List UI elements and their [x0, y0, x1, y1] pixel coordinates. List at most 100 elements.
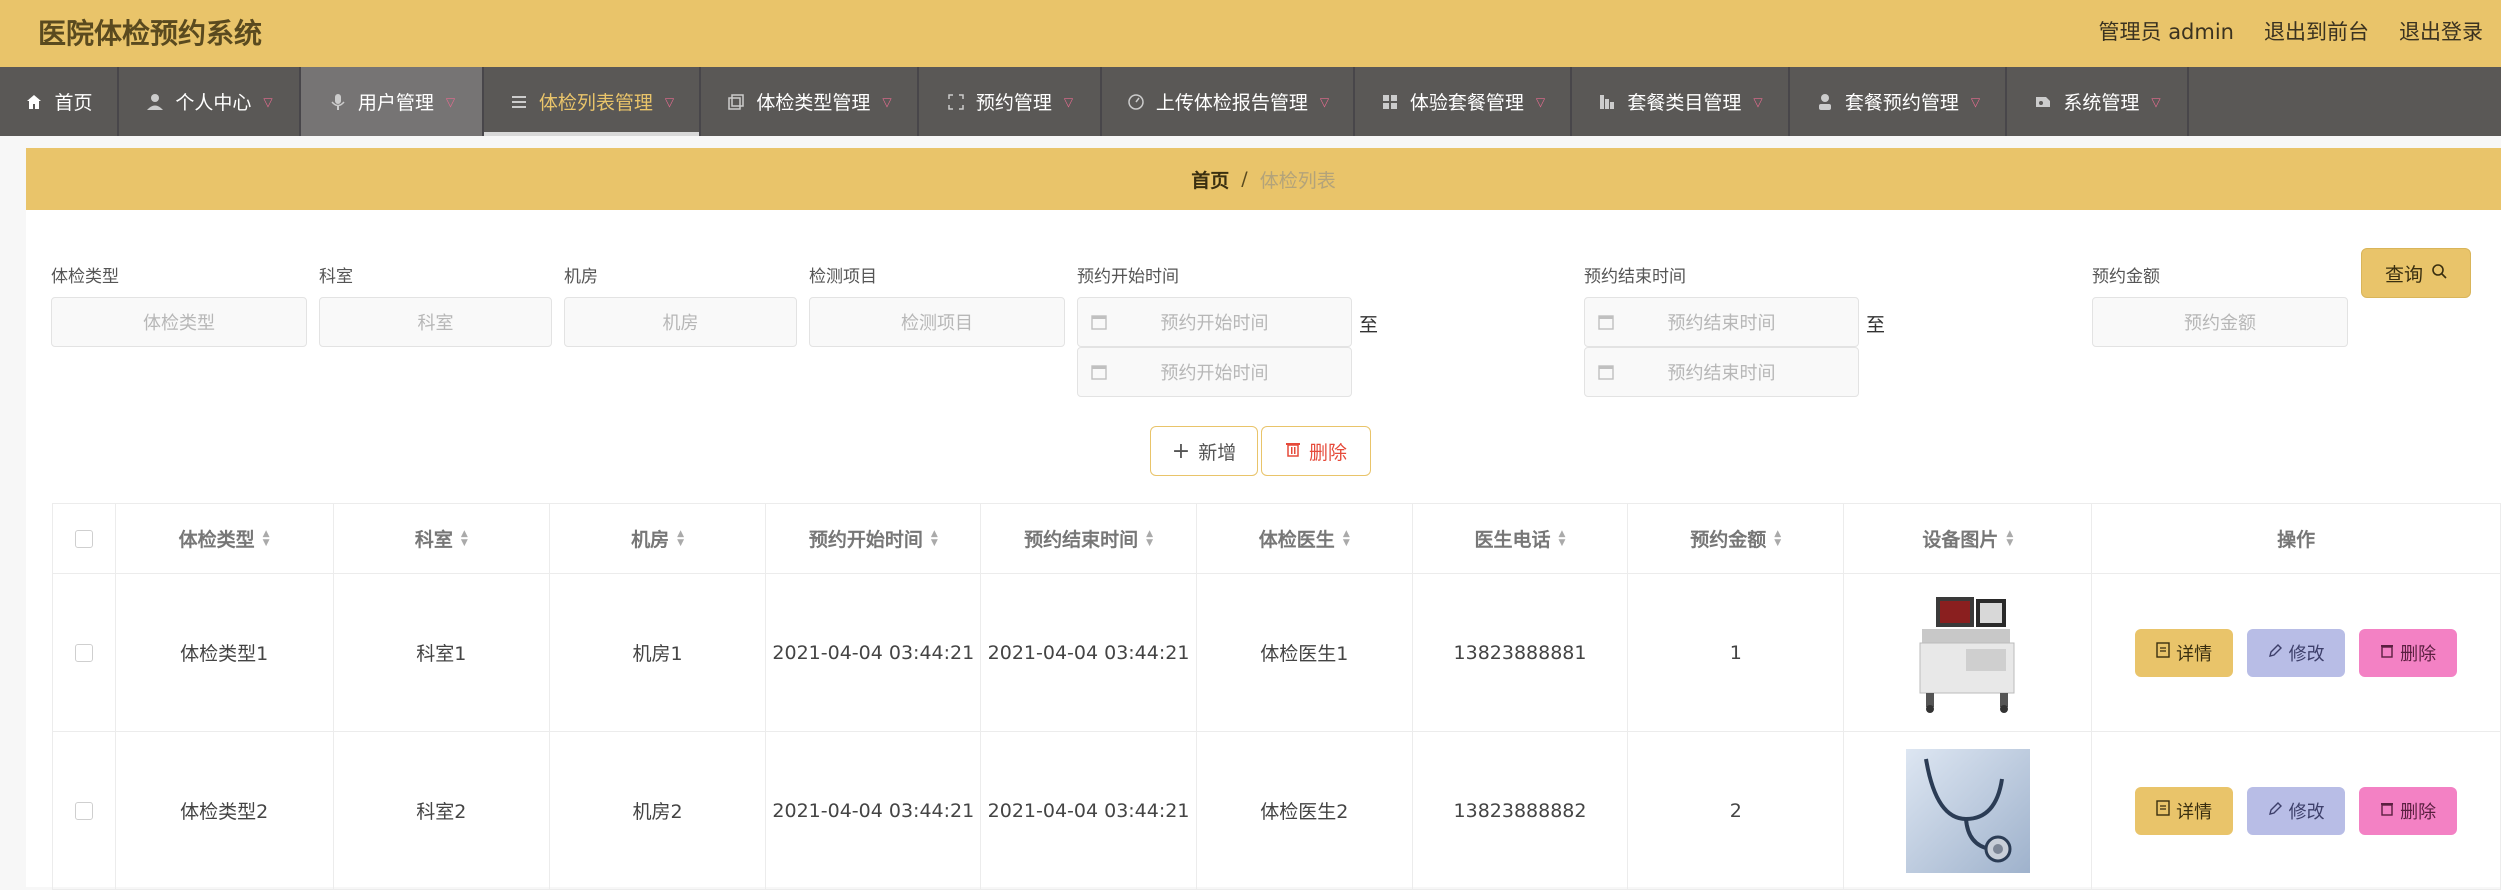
nav-item-upload-report[interactable]: 上传体检报告管理 ▽: [1102, 67, 1355, 136]
top-links: 管理员 admin 退出到前台 退出登录: [2099, 16, 2483, 46]
detail-button[interactable]: 详情: [2135, 628, 2234, 677]
chevron-down-icon: ▽: [1535, 94, 1546, 109]
detail-button[interactable]: 详情: [2135, 786, 2234, 835]
trash-icon: [2380, 800, 2394, 821]
filter-dept-input[interactable]: 科室: [319, 297, 552, 347]
filter-type-input[interactable]: 体检类型: [51, 297, 307, 347]
row-checkbox[interactable]: [74, 801, 93, 820]
column-header[interactable]: 科室 ▲ ▼: [334, 504, 550, 573]
filter-label-amount: 预约金额: [2092, 267, 2160, 287]
nav-label: 个人中心: [175, 92, 252, 114]
start-date-from-placeholder: 预约开始时间: [1160, 313, 1269, 334]
cell-device-image: [1844, 732, 2093, 889]
nav-item-package[interactable]: 体验套餐管理 ▽: [1355, 67, 1572, 136]
main-nav: 首页 个人中心 ▽ 用户管理 ▽ 体检列表管理 ▽ 体检类型管理 ▽ 预约管理 …: [0, 67, 2501, 136]
cell-phone: 13823888882: [1413, 732, 1629, 889]
start-date-from-input[interactable]: 预约开始时间: [1077, 297, 1352, 347]
filter-amount-input[interactable]: 预约金额: [2092, 297, 2348, 347]
person-icon: [1815, 92, 1835, 112]
plus-icon: +: [1171, 438, 1191, 464]
end-date-from-placeholder: 预约结束时间: [1667, 313, 1776, 334]
nav-item-package-category[interactable]: 套餐类目管理 ▽: [1572, 67, 1790, 136]
chevron-down-icon: ▽: [882, 94, 892, 109]
column-header[interactable]: 设备图片 ▲ ▼: [1844, 504, 2093, 573]
sort-icon: ▲ ▼: [1342, 528, 1350, 548]
cell-start: 2021-04-04 03:44:21: [766, 732, 982, 889]
doc-icon: [2156, 642, 2170, 663]
scan-icon: [946, 92, 966, 112]
calendar-icon: [1090, 363, 1108, 386]
nav-item-personal-center[interactable]: 个人中心 ▽: [119, 67, 301, 136]
doc-icon: [2156, 800, 2170, 821]
edit-button[interactable]: 修改: [2247, 628, 2346, 677]
add-button[interactable]: + 新增: [1150, 426, 1258, 476]
copy-icon: [726, 92, 746, 112]
query-button[interactable]: 查询: [2361, 248, 2471, 298]
column-header[interactable]: 机房 ▲ ▼: [550, 504, 767, 573]
nav-label: 套餐类目管理: [1627, 92, 1742, 114]
chevron-down-icon: ▽: [263, 94, 273, 109]
chevron-down-icon: ▽: [664, 94, 675, 109]
filter-label-start: 预约开始时间: [1077, 267, 1179, 287]
cell-dept: 科室2: [334, 732, 550, 889]
row-checkbox[interactable]: [74, 643, 93, 662]
sort-icon: ▲ ▼: [930, 528, 938, 548]
trash-icon: [1285, 440, 1301, 462]
exam-table: 体检类型 ▲ ▼ 科室 ▲ ▼ 机房 ▲ ▼ 预约开始时间 ▲ ▼ 预约结束时间 ▲ ▼ 体检医生 ▲…: [52, 503, 2501, 890]
breadcrumb-separator: /: [1241, 168, 1248, 190]
exit-to-front-link[interactable]: 退出到前台: [2264, 16, 2369, 46]
breadcrumb-home[interactable]: 首页: [1191, 166, 1229, 193]
select-all-cell: [53, 504, 116, 573]
nav-item-user-management[interactable]: 用户管理 ▽: [301, 67, 484, 136]
range-separator: 至: [1359, 314, 1379, 336]
logout-link[interactable]: 退出登录: [2399, 16, 2483, 46]
sort-icon: ▲ ▼: [1558, 528, 1566, 548]
cell-doctor: 体检医生2: [1197, 732, 1413, 889]
settings-icon: [2033, 92, 2053, 112]
cell-dept: 科室1: [334, 574, 550, 731]
cell-doctor: 体检医生1: [1197, 574, 1413, 731]
column-header[interactable]: 医生电话 ▲ ▼: [1413, 504, 1629, 573]
batch-delete-button[interactable]: 删除: [1261, 426, 1371, 476]
start-date-to-input[interactable]: 预约开始时间: [1077, 347, 1352, 397]
nav-item-system[interactable]: 系统管理 ▽: [2007, 67, 2189, 136]
nav-item-exam-list[interactable]: 体检列表管理 ▽: [484, 67, 701, 136]
column-header[interactable]: 预约金额 ▲ ▼: [1628, 504, 1845, 573]
nav-item-home[interactable]: 首页: [0, 67, 119, 136]
nav-item-exam-type[interactable]: 体检类型管理 ▽: [701, 67, 919, 136]
cell-amount: 1: [1628, 574, 1845, 731]
top-header: 医院体检预约系统 管理员 admin 退出到前台 退出登录: [0, 0, 2501, 67]
chevron-down-icon: ▽: [1970, 94, 1981, 109]
column-header[interactable]: 体检医生 ▲ ▼: [1197, 504, 1413, 573]
calendar-icon: [1090, 313, 1108, 336]
sort-icon: ▲ ▼: [677, 528, 685, 548]
nav-item-package-appointment[interactable]: 套餐预约管理 ▽: [1790, 67, 2007, 136]
row-operations: 详情 修改 删除: [2092, 732, 2500, 889]
delete-button[interactable]: 删除: [2359, 628, 2458, 677]
filter-item-input[interactable]: 检测项目: [809, 297, 1065, 347]
column-header[interactable]: 预约结束时间 ▲ ▼: [981, 504, 1197, 573]
query-label: 查询: [2384, 263, 2423, 286]
cell-room: 机房2: [550, 732, 767, 889]
delete-button[interactable]: 删除: [2359, 786, 2458, 835]
cell-type: 体检类型2: [116, 732, 334, 889]
column-header[interactable]: 预约开始时间 ▲ ▼: [766, 504, 982, 573]
calendar-icon: [1597, 313, 1615, 336]
select-all-checkbox[interactable]: [74, 529, 93, 548]
device-image-stethoscope[interactable]: [1905, 748, 2030, 873]
filter-label-type: 体检类型: [51, 267, 119, 287]
sort-icon: ▲ ▼: [1774, 528, 1782, 548]
end-date-from-input[interactable]: 预约结束时间: [1584, 297, 1859, 347]
filter-room-input[interactable]: 机房: [564, 297, 797, 347]
cell-end: 2021-04-04 03:44:21: [981, 732, 1197, 889]
filter-label-room: 机房: [564, 267, 598, 287]
chevron-down-icon: ▽: [2151, 94, 2161, 109]
nav-item-appointment[interactable]: 预约管理 ▽: [919, 67, 1102, 136]
column-header[interactable]: 体检类型 ▲ ▼: [116, 504, 334, 573]
row-select-cell: [53, 732, 116, 889]
chevron-down-icon: ▽: [1063, 94, 1074, 109]
nav-label: 体验套餐管理: [1409, 92, 1524, 114]
edit-button[interactable]: 修改: [2247, 786, 2346, 835]
end-date-to-input[interactable]: 预约结束时间: [1584, 347, 1859, 397]
device-image-ultrasound[interactable]: [1905, 590, 2030, 715]
